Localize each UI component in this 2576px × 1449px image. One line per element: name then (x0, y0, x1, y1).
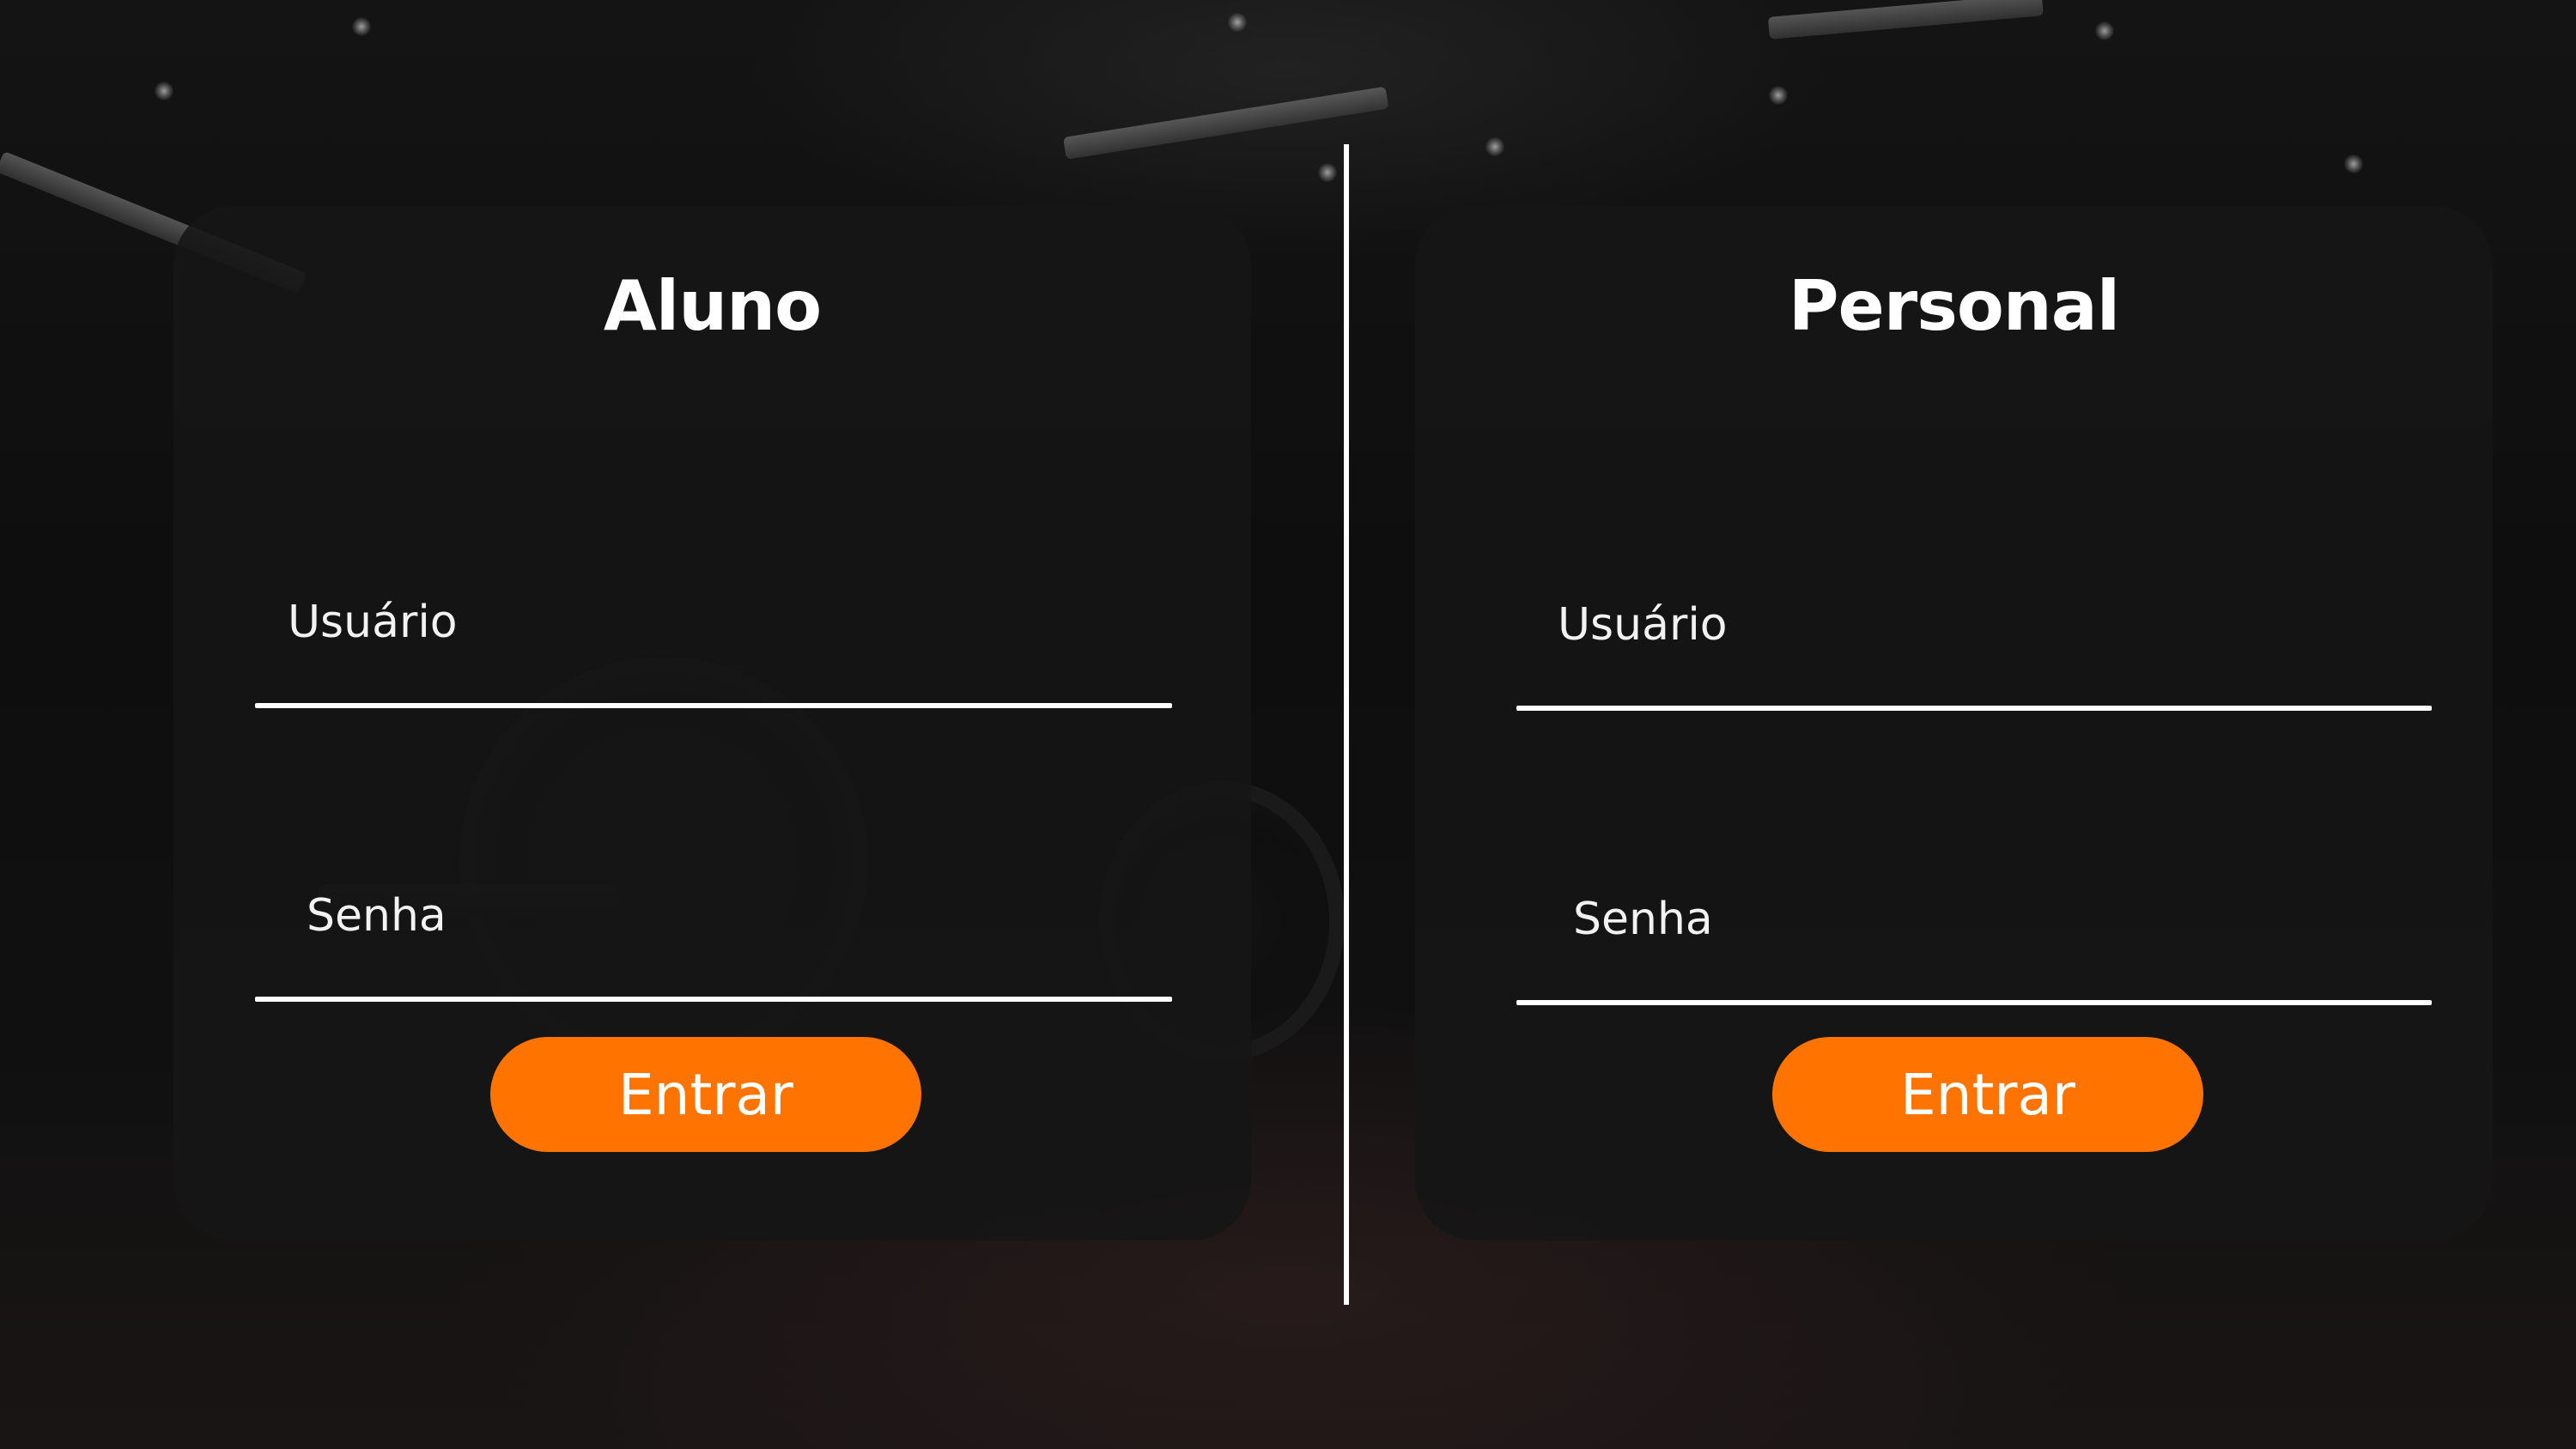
personal-username-label: Usuário (1558, 599, 1728, 651)
ceiling-lamp (2095, 21, 2114, 40)
personal-password-label: Senha (1573, 894, 1713, 945)
aluno-password-underline (255, 997, 1172, 1002)
aluno-username-underline (255, 703, 1172, 708)
aluno-username-label: Usuário (288, 597, 458, 648)
aluno-login-card: Aluno Usuário Senha Entrar (173, 206, 1251, 1240)
personal-password-field[interactable]: Senha (1516, 894, 2432, 1005)
ceiling-lamp (2344, 155, 2363, 173)
aluno-password-label: Senha (307, 890, 447, 942)
aluno-enter-button[interactable]: Entrar (490, 1037, 921, 1152)
personal-username-field[interactable]: Usuário (1516, 599, 2432, 711)
ceiling-lamp (155, 82, 173, 100)
aluno-username-field[interactable]: Usuário (255, 597, 1172, 708)
ceiling-lamp (352, 17, 371, 36)
ceiling-light (1062, 86, 1389, 160)
ceiling-lamp (1228, 13, 1247, 32)
ceiling-lamp (1769, 86, 1788, 105)
aluno-password-field[interactable]: Senha (255, 890, 1172, 1002)
vertical-divider (1344, 144, 1349, 1305)
personal-card-title: Personal (1788, 266, 2120, 346)
personal-enter-button[interactable]: Entrar (1772, 1037, 2203, 1152)
ceiling-lamp (1485, 137, 1504, 156)
aluno-card-title: Aluno (603, 266, 822, 346)
personal-username-underline (1516, 706, 2432, 711)
personal-login-card: Personal Usuário Senha Entrar (1415, 206, 2493, 1240)
personal-password-underline (1516, 1000, 2432, 1005)
ceiling-light (1767, 0, 2044, 39)
ceiling-lamp (1318, 163, 1337, 182)
